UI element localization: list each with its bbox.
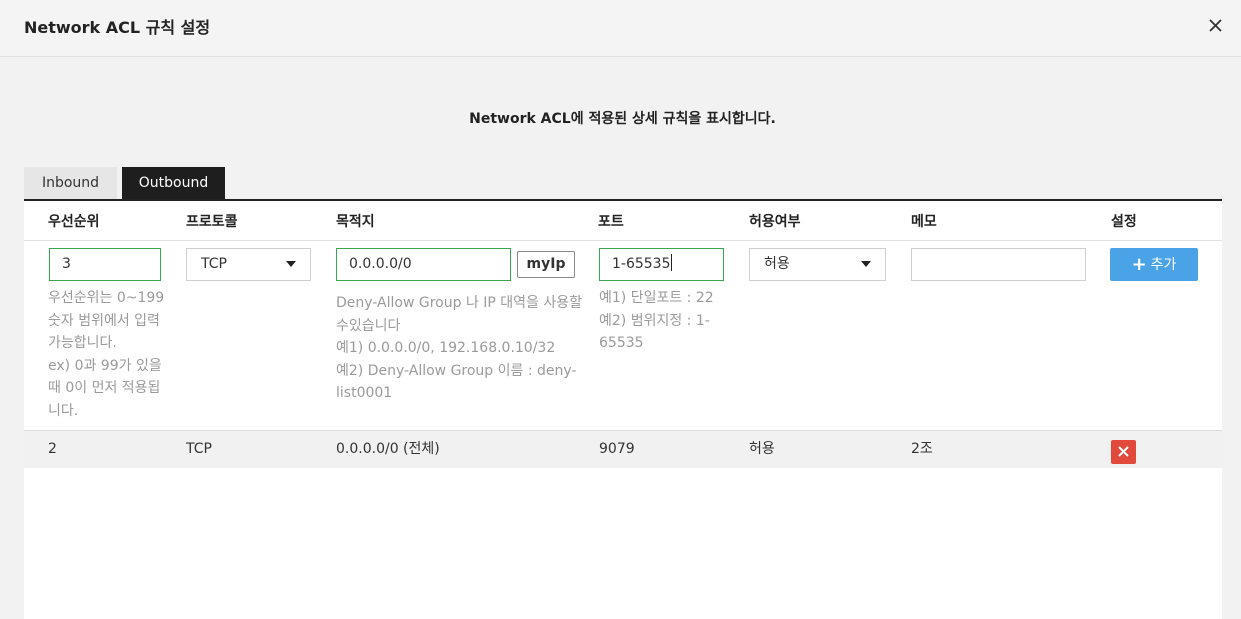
port-help-line: 65535 — [599, 335, 644, 351]
chevron-down-icon — [861, 261, 871, 267]
priority-help-line: 가능합니다. — [48, 335, 117, 351]
priority-input-value: 3 — [62, 256, 71, 272]
destination-help-line: 예1) 0.0.0.0/0, 192.168.0.10/32 — [336, 340, 556, 356]
header-priority: 우선순위 — [48, 214, 100, 230]
protocol-select[interactable]: TCP — [186, 248, 311, 281]
header-settings: 설정 — [1111, 214, 1137, 230]
tab-outbound[interactable]: Outbound — [122, 167, 225, 200]
priority-help: 우선순위는 0~199 숫자 범위에서 입력 가능합니다. ex) 0과 99가… — [48, 287, 188, 422]
priority-help-line: 우선순위는 0~199 — [48, 290, 165, 306]
port-help-line: 예2) 범위지정 : 1- — [599, 312, 710, 329]
header-memo: 메모 — [911, 214, 937, 230]
port-help-line: 예1) 단일포트 : 22 — [599, 290, 714, 306]
destination-input-value: 0.0.0.0/0 — [349, 256, 412, 272]
dialog-title: Network ACL 규칙 설정 — [24, 18, 211, 37]
header-port: 포트 — [598, 214, 624, 230]
myip-button[interactable]: myIp — [517, 251, 575, 278]
header-allow: 허용여부 — [749, 214, 801, 230]
text-cursor — [670, 254, 672, 271]
allow-select-value: 허용 — [764, 256, 790, 272]
table-row: 2 TCP 0.0.0.0/0 (전체) 9079 허용 2조 — [24, 430, 1222, 468]
allow-select[interactable]: 허용 — [749, 248, 886, 281]
add-rule-button[interactable]: + 추가 — [1110, 248, 1198, 281]
destination-help-line: 수있습니다 — [336, 317, 401, 334]
row-port: 9079 — [599, 441, 635, 457]
header-divider — [24, 240, 1222, 241]
priority-help-line: 숫자 범위에서 입력 — [48, 312, 160, 329]
port-input[interactable]: 1-65535 — [599, 248, 724, 281]
tab-inbound[interactable]: Inbound — [24, 167, 117, 200]
row-priority: 2 — [48, 441, 57, 457]
header-protocol: 프로토콜 — [186, 214, 238, 230]
protocol-select-value: TCP — [201, 256, 227, 272]
chevron-down-icon — [286, 261, 296, 267]
destination-help-line: Deny-Allow Group 나 IP 대역을 사용할 — [336, 295, 583, 311]
port-input-value: 1-65535 — [612, 256, 671, 272]
row-allow: 허용 — [749, 441, 775, 457]
rules-table: 우선순위 프로토콜 목적지 포트 허용여부 메모 설정 3 TCP 0.0.0.… — [24, 199, 1222, 619]
port-help: 예1) 단일포트 : 22 예2) 범위지정 : 1- 65535 — [599, 287, 739, 355]
dialog-subtitle: Network ACL에 적용된 상세 규칙을 표시합니다. — [469, 111, 776, 127]
priority-help-line: ex) 0과 99가 있을 — [48, 357, 162, 374]
destination-help-line: 예2) Deny-Allow Group 이름 : deny- — [336, 362, 577, 379]
add-rule-label: 추가 — [1150, 257, 1177, 273]
priority-help-line: 때 0이 먼저 적용됩 — [48, 380, 161, 396]
priority-input[interactable]: 3 — [49, 248, 161, 281]
priority-help-line: 니다. — [48, 402, 79, 419]
close-icon — [1118, 446, 1129, 457]
plus-icon: + — [1131, 254, 1147, 275]
dialog-header: Network ACL 규칙 설정 — [0, 0, 1241, 57]
destination-input[interactable]: 0.0.0.0/0 — [336, 248, 511, 281]
header-destination: 목적지 — [336, 214, 375, 230]
close-icon[interactable] — [1205, 14, 1227, 38]
row-protocol: TCP — [186, 441, 212, 457]
destination-help: Deny-Allow Group 나 IP 대역을 사용할 수있습니다 예1) … — [336, 292, 596, 405]
destination-help-line: list0001 — [336, 385, 393, 401]
row-memo: 2조 — [911, 441, 933, 457]
row-destination: 0.0.0.0/0 (전체) — [336, 441, 440, 457]
delete-rule-button[interactable] — [1111, 440, 1136, 464]
memo-input[interactable] — [911, 248, 1086, 281]
